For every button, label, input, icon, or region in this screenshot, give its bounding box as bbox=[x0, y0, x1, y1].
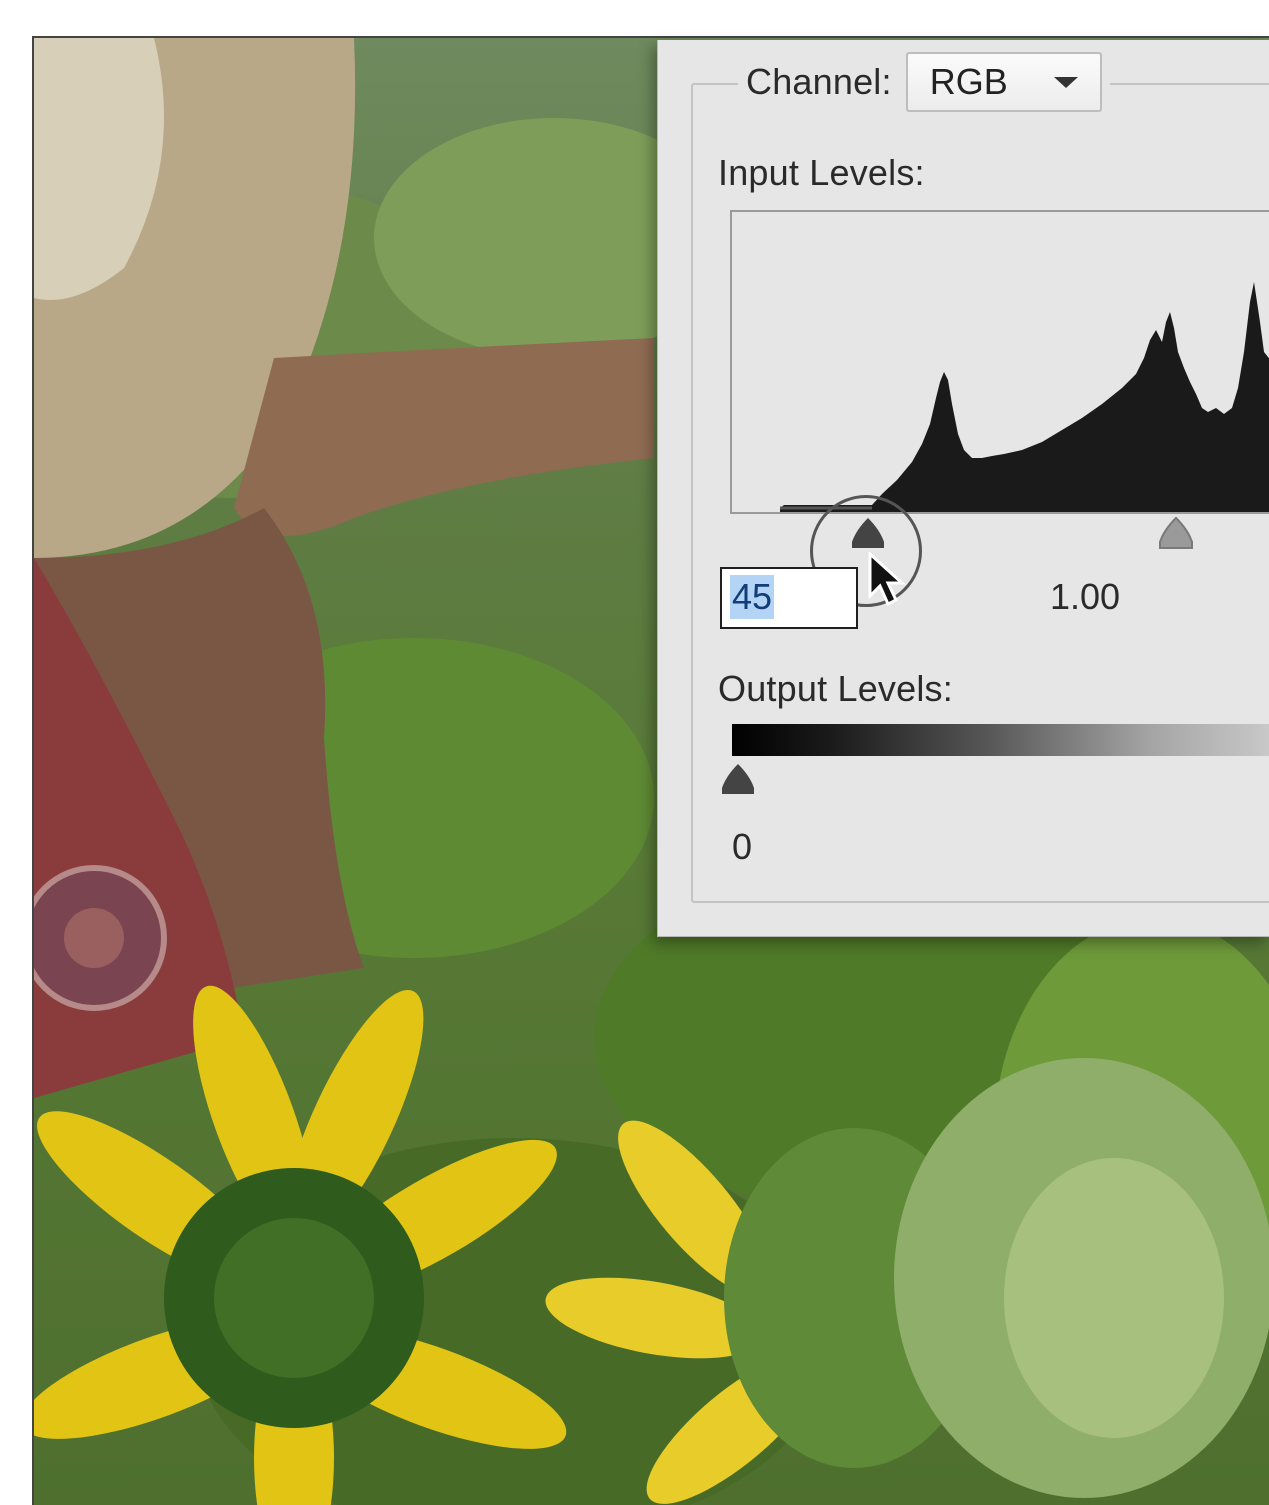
output-black-point-value[interactable]: 0 bbox=[732, 826, 752, 868]
levels-dialog: Channel: RGB Input Levels: 45 1.00 Outpu… bbox=[657, 40, 1269, 937]
histogram-graph bbox=[780, 282, 1269, 512]
input-black-point-field[interactable]: 45 bbox=[720, 567, 858, 629]
channel-label: Channel: bbox=[746, 61, 892, 102]
output-levels-gradient bbox=[732, 724, 1269, 756]
input-gamma-slider[interactable] bbox=[1156, 514, 1196, 554]
output-levels-label: Output Levels: bbox=[718, 668, 953, 709]
output-black-point-slider[interactable] bbox=[718, 760, 758, 800]
histogram bbox=[730, 210, 1269, 514]
arrow-cursor-icon bbox=[868, 552, 906, 607]
input-black-point-value: 45 bbox=[730, 575, 775, 619]
chevron-down-icon bbox=[1053, 76, 1078, 88]
channel-value: RGB bbox=[929, 61, 1008, 102]
histogram-shape bbox=[780, 282, 1269, 512]
channel-row: Channel: RGB bbox=[738, 48, 1110, 116]
channel-dropdown[interactable]: RGB bbox=[905, 52, 1102, 112]
input-levels-label: Input Levels: bbox=[718, 152, 925, 193]
input-gamma-value[interactable]: 1.00 bbox=[1050, 576, 1120, 618]
